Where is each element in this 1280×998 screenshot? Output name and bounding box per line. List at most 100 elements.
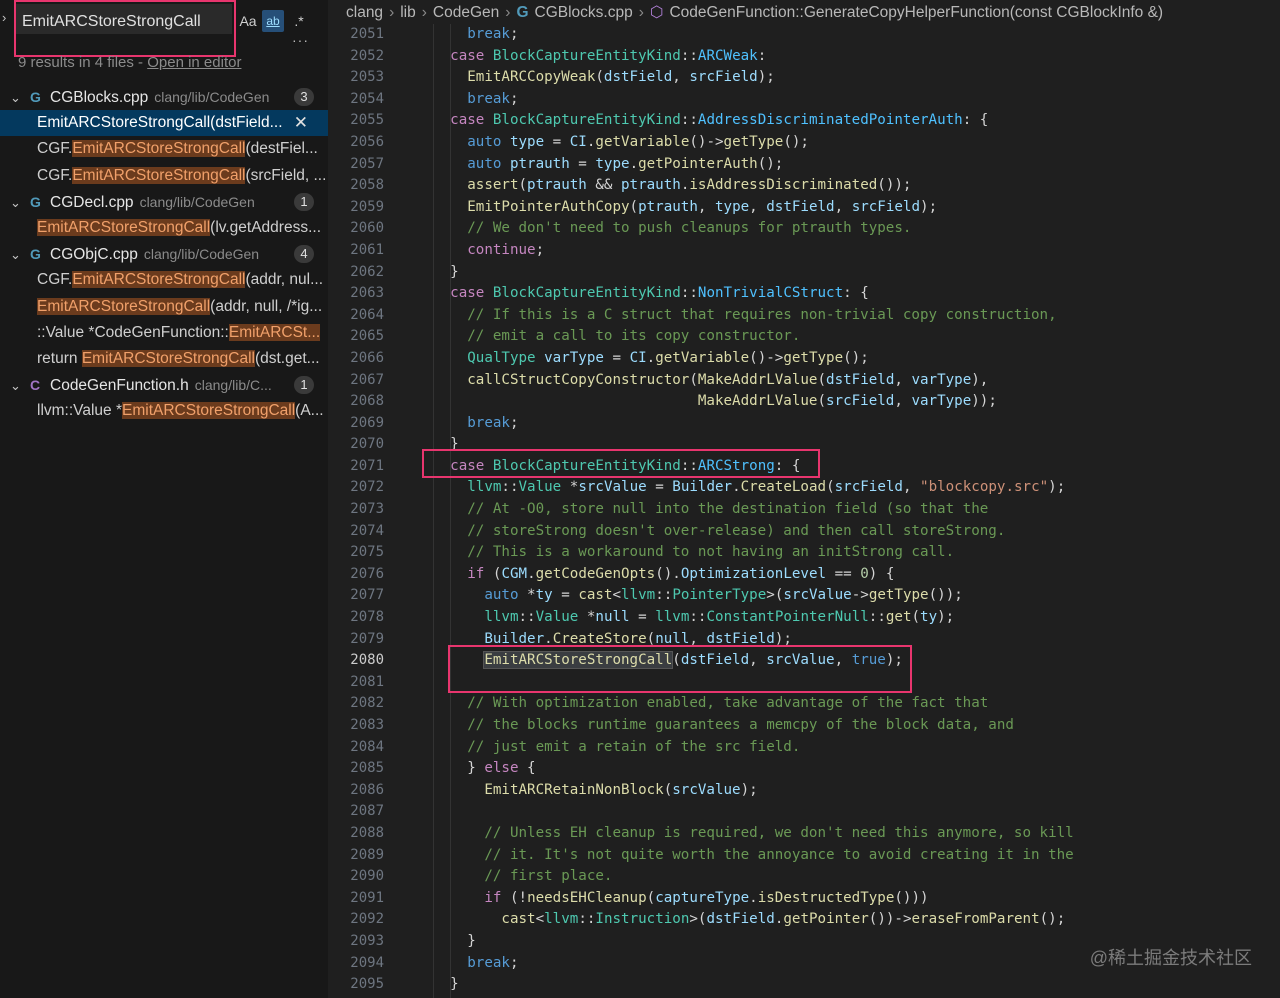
result-match-row[interactable]: CGF.EmitARCStoreStrongCall(srcField, ...	[0, 163, 328, 189]
code-line[interactable]: EmitARCRetainNonBlock(srcValue);	[416, 780, 1074, 802]
code-line[interactable]: // If this is a C struct that requires n…	[416, 305, 1074, 327]
code-token: llvm	[484, 609, 519, 626]
code-line[interactable]: MakeAddrLValue(srcField, varType));	[416, 391, 1074, 413]
code-line[interactable]: // This is a workaround to not having an…	[416, 542, 1074, 564]
toggle-replace-chevron-icon[interactable]: ›	[2, 10, 6, 25]
code-line[interactable]: EmitARCCopyWeak(dstField, srcField);	[416, 67, 1074, 89]
code-line[interactable]: // just emit a retain of the src field.	[416, 737, 1074, 759]
result-match-row[interactable]: EmitARCStoreStrongCall(dstField... ✕	[0, 110, 328, 137]
more-options-icon[interactable]: ···	[292, 32, 309, 48]
code-line[interactable]: cast<llvm::Instruction>(dstField.getPoin…	[416, 909, 1074, 931]
code-text[interactable]: break; case BlockCaptureEntityKind::ARCW…	[416, 24, 1074, 996]
result-match-row[interactable]: return EmitARCStoreStrongCall(dst.get...	[0, 346, 328, 372]
search-input[interactable]: EmitARCStoreStrongCall	[14, 4, 232, 34]
code-line[interactable]: case BlockCaptureEntityKind::ARCWeak:	[416, 46, 1074, 68]
match-suffix: (destFiel...	[245, 140, 318, 158]
code-line[interactable]: }	[416, 434, 1074, 456]
code-token: // storeStrong doesn't over-release) and…	[467, 522, 1006, 539]
code-line[interactable]	[416, 672, 1074, 694]
chevron-down-icon[interactable]: ⌄	[10, 373, 30, 398]
code-line[interactable]: auto type = CI.getVariable()->getType();	[416, 132, 1074, 154]
code-token: CGM	[501, 565, 528, 582]
breadcrumb-file[interactable]: CGBlocks.cpp	[535, 4, 633, 21]
code-line[interactable]: llvm::Value *null = llvm::ConstantPointe…	[416, 607, 1074, 629]
results-summary: 9 results in 4 files - Open in editor	[18, 54, 241, 71]
result-match-row[interactable]: CGF.EmitARCStoreStrongCall(destFiel...	[0, 136, 328, 162]
code-line[interactable]: case BlockCaptureEntityKind::AddressDisc…	[416, 110, 1074, 132]
code-line[interactable]: EmitARCStoreStrongCall(dstField, srcValu…	[416, 650, 1074, 672]
line-number: 2079	[350, 630, 384, 647]
result-match-row[interactable]: EmitARCStoreStrongCall(addr, null, /*ig.…	[0, 294, 328, 320]
chevron-down-icon[interactable]: ⌄	[10, 242, 30, 267]
code-line[interactable]: llvm::Value *srcValue = Builder.CreateLo…	[416, 477, 1074, 499]
code-token: llvm	[467, 479, 502, 496]
breadcrumb-item[interactable]: lib	[400, 4, 416, 21]
line-number: 2081	[350, 673, 384, 690]
result-match-row[interactable]: CGF.EmitARCStoreStrongCall(addr, nul...	[0, 267, 328, 293]
code-token: CI	[569, 133, 587, 150]
chevron-down-icon[interactable]: ⌄	[10, 85, 30, 110]
code-line[interactable]: }	[416, 262, 1074, 284]
code-line[interactable]: // it. It's not quite worth the annoyanc…	[416, 845, 1073, 867]
code-line[interactable]: EmitPointerAuthCopy(ptrauth, type, dstFi…	[416, 197, 1074, 219]
code-line[interactable]: // We don't need to push cleanups for pt…	[416, 218, 1074, 240]
code-line[interactable]: break;	[416, 89, 1074, 111]
result-match-row[interactable]: ::Value *CodeGenFunction::EmitARCSt...	[0, 320, 328, 346]
match-whole-word-toggle[interactable]: ab	[262, 10, 284, 32]
code-line[interactable]: if (!needsEHCleanup(captureType.isDestru…	[416, 888, 1074, 910]
code-line[interactable]: // Unless EH cleanup is required, we don…	[416, 823, 1073, 845]
line-number: 2087	[350, 803, 384, 820]
code-line[interactable]: } else {	[416, 758, 1074, 780]
result-match-row[interactable]: llvm::Value *EmitARCStoreStrongCall(A...	[0, 398, 328, 424]
code-line[interactable]: case BlockCaptureEntityKind::ARCStrong: …	[416, 456, 1074, 478]
code-line[interactable]: // first place.	[416, 866, 1074, 888]
code-line[interactable]: break;	[416, 24, 1074, 46]
code-line[interactable]: // With optimization enabled, take advan…	[416, 693, 1074, 715]
code-line[interactable]	[416, 801, 1074, 823]
result-file-row[interactable]: ⌄ G CGBlocks.cpp clang/lib/CodeGen 3	[0, 84, 328, 110]
code-line[interactable]: QualType varType = CI.getVariable()->get…	[416, 348, 1074, 370]
code-token: true	[851, 652, 886, 669]
code-line[interactable]: }	[416, 974, 1074, 996]
code-line[interactable]: // At -O0, store null into the destinati…	[416, 499, 1074, 521]
cpp-file-icon: G	[30, 89, 41, 105]
code-line[interactable]: auto ptrauth = type.getPointerAuth();	[416, 154, 1074, 176]
result-file-row[interactable]: ⌄ C CodeGenFunction.h clang/lib/C... 1	[0, 372, 328, 398]
result-file-row[interactable]: ⌄ G CGDecl.cpp clang/lib/CodeGen 1	[0, 189, 328, 215]
line-number: 2086	[350, 781, 384, 798]
code-line[interactable]: continue;	[416, 240, 1074, 262]
code-token: auto	[484, 587, 519, 604]
results-tree: ⌄ G CGBlocks.cpp clang/lib/CodeGen 3 EmitARCS…	[0, 84, 328, 424]
code-token: getVariable	[655, 349, 750, 366]
code-line[interactable]: Builder.CreateStore(null, dstField);	[416, 629, 1074, 651]
breadcrumb-item[interactable]: clang	[346, 4, 383, 21]
code-line[interactable]: // emit a call to its copy constructor.	[416, 326, 1074, 348]
code-line[interactable]: break;	[416, 953, 1074, 975]
code-token: needsEHCleanup	[527, 889, 647, 906]
breadcrumb-item[interactable]: CodeGen	[433, 4, 499, 21]
code-line[interactable]: break;	[416, 413, 1074, 435]
file-path: clang/lib/CodeGen	[139, 193, 255, 210]
code-line[interactable]: auto *ty = cast<llvm::PointerType>(srcVa…	[416, 585, 1074, 607]
code-token: EmitARCRetainNonBlock	[484, 781, 664, 798]
code-line[interactable]: case BlockCaptureEntityKind::NonTrivialC…	[416, 283, 1074, 305]
dismiss-close-icon[interactable]: ✕	[294, 110, 308, 136]
code-token: getType	[723, 133, 784, 150]
chevron-down-icon[interactable]: ⌄	[10, 190, 30, 215]
result-file-row[interactable]: ⌄ G CGObjC.cpp clang/lib/CodeGen 4	[0, 241, 328, 267]
result-match-row[interactable]: EmitARCStoreStrongCall(lv.getAddress...	[0, 215, 328, 241]
code-line[interactable]: callCStructCopyConstructor(MakeAddrLValu…	[416, 370, 1074, 392]
breadcrumb-symbol[interactable]: CodeGenFunction::GenerateCopyHelperFunct…	[669, 4, 1163, 21]
code-line[interactable]: assert(ptrauth && ptrauth.isAddressDiscr…	[416, 175, 1074, 197]
code-token: getPointerAuth	[638, 155, 758, 172]
symbol-method-icon: ⬡	[649, 4, 664, 21]
use-regex-toggle[interactable]: .*	[290, 10, 308, 32]
code-line[interactable]: if (CGM.getCodeGenOpts().OptimizationLev…	[416, 564, 1074, 586]
match-case-toggle[interactable]: Aa	[238, 10, 258, 32]
cpp-file-icon: G	[30, 193, 41, 210]
open-in-editor-link[interactable]: Open in editor	[147, 54, 241, 71]
file-name: CGBlocks.cpp	[50, 89, 149, 106]
code-line[interactable]: }	[416, 931, 1074, 953]
code-line[interactable]: // storeStrong doesn't over-release) and…	[416, 521, 1074, 543]
code-line[interactable]: // the blocks runtime guarantees a memcp…	[416, 715, 1074, 737]
